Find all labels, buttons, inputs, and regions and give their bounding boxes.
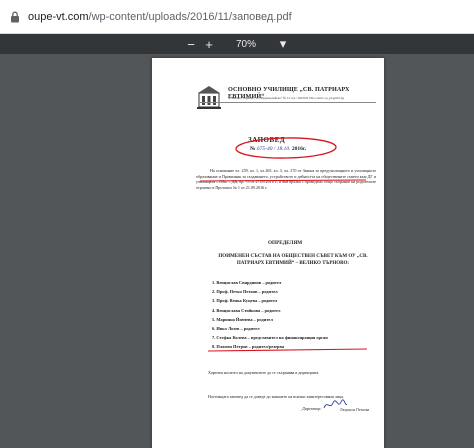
address-bar[interactable]: oupe-vt.com/wp-content/uploads/2016/11/з… (0, 0, 474, 34)
header-divider (200, 102, 376, 103)
school-address: гр.Велико Търново, ул.„Мармарлийска“ № 1… (228, 96, 345, 100)
determine-heading: ОПРЕДЕЛЯМ (268, 240, 303, 246)
members-list: 1. Венцислав Свирдинов – родител 2. Проф… (212, 280, 328, 354)
list-item: 8. Пламен Петров – родител/резерва (212, 344, 285, 350)
director-label: Директор: (302, 406, 322, 411)
order-number: № 675-40 / 18.10. 2016г. (250, 146, 306, 152)
zoom-level[interactable]: 70% (236, 39, 256, 50)
zoom-in-button[interactable]: + (200, 36, 218, 52)
school-crest-icon (197, 86, 221, 109)
list-item: 5. Марияна Йовчева – родител (212, 316, 273, 322)
notice-paragraph: Настоящата заповед да се доведе до знани… (208, 394, 345, 399)
order-number-prefix: № (250, 146, 256, 152)
zoom-out-button[interactable]: − (182, 36, 200, 52)
url-text[interactable]: oupe-vt.com/wp-content/uploads/2016/11/з… (28, 11, 292, 23)
list-item: 3. Проф. Венка Куцева – родител (212, 298, 278, 304)
list-item: 2. Проф. Петко Петков – родител (212, 289, 278, 295)
council-heading: ПОИМЕНЕН СЪСТАВ НА ОБЩЕСТВЕН СЪВЕТ КЪМ О… (218, 254, 368, 266)
list-item: 7. Стефка Колева – представител на финан… (212, 335, 328, 341)
annotation-layer (199, 137, 368, 352)
lock-icon[interactable] (8, 10, 22, 24)
order-title: ЗАПОВЕД (248, 136, 286, 144)
basis-paragraph: На основание чл. 259, ал. 1, чл.265, ал.… (196, 168, 376, 190)
pdf-page: ОСНОВНО УЧИЛИЩЕ „СВ. ПАТРИАРХ ЕВТИМИЙ“ г… (152, 58, 384, 448)
storage-paragraph: Хартиен носител на документите да се съх… (208, 370, 320, 375)
pdf-toolbar: − + 70% ▾ (0, 34, 474, 54)
chevron-down-icon[interactable]: ▾ (274, 36, 292, 52)
order-number-suffix: 2016г. (291, 146, 307, 152)
url-path: /wp-content/uploads/2016/11/заповед.pdf (88, 10, 292, 23)
director-name: Людмила Петкова (340, 408, 370, 412)
list-item: 4. Венцислава Стойкова – родител (212, 307, 281, 313)
order-number-handwritten: 675-40 / 18.10. (256, 146, 291, 152)
url-host: oupe-vt.com (28, 10, 89, 23)
list-item: 1. Венцислав Свирдинов – родител (212, 280, 282, 285)
list-item: 6. Ивко Лозев – родител (212, 325, 260, 331)
